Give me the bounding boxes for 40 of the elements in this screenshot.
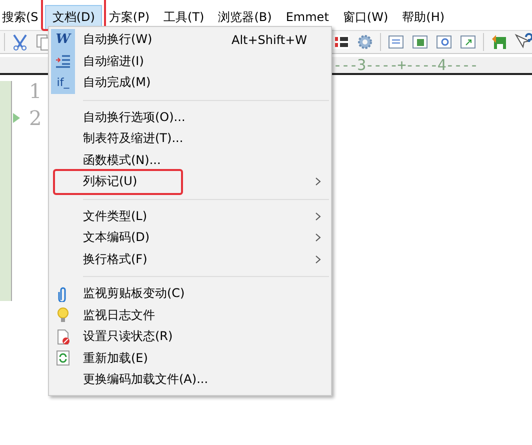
window-icon	[459, 33, 477, 51]
menu-item[interactable]: 监视剪贴板变动(C)	[83, 285, 185, 302]
gear-icon	[356, 33, 374, 51]
menu-item[interactable]: 制表符及缩进(T)...	[83, 130, 184, 148]
indent-icon	[55, 53, 71, 70]
menu-item[interactable]: 更换编码加载文件(A)...	[83, 371, 208, 388]
menu-item[interactable]: 自动缩进(I)	[83, 52, 144, 70]
menu-item[interactable]: 列标记(U)	[83, 173, 138, 190]
numbered-list-icon	[332, 33, 350, 51]
menu-item[interactable]: 窗口(W)	[336, 4, 396, 30]
document-refresh-icon	[55, 350, 71, 366]
menu-item[interactable]: 方案(P)	[102, 4, 157, 30]
menu-item[interactable]: 浏览器(B)	[211, 4, 279, 30]
save-icon	[490, 33, 508, 51]
letter-icon: if_	[56, 77, 70, 88]
menu-item[interactable]: 换行格式(F)	[83, 250, 148, 268]
shortcut-label: Alt+Shift+W	[232, 32, 307, 47]
menu-item[interactable]: 函数模式(N)...	[83, 152, 161, 169]
ruler: ---3----+----4----	[333, 56, 478, 74]
menu-item[interactable]: 工具(T)	[156, 4, 212, 30]
window-icon	[411, 33, 429, 51]
scissors-icon	[11, 33, 29, 51]
menu-item[interactable]: 重新加载(E)	[83, 350, 148, 367]
menu-item[interactable]: Emmet	[278, 6, 336, 28]
line-number: 1	[29, 78, 42, 102]
menu-item[interactable]: 自动换行选项(O)...	[83, 108, 186, 126]
line-number: 2	[29, 106, 42, 130]
menu-item[interactable]: 自动完成(M)	[83, 74, 151, 92]
menu-item[interactable]: 文件类型(L)	[83, 208, 148, 225]
letter-icon: W	[56, 33, 70, 46]
menu-item[interactable]: 文本编码(D)	[83, 229, 150, 246]
menu-item[interactable]: 监视日志文件	[83, 306, 155, 324]
window-icon	[387, 33, 405, 51]
menu-item[interactable]: 自动换行(W)	[83, 31, 152, 48]
document-blocked-icon	[55, 328, 71, 345]
window-icon	[435, 33, 453, 51]
menu-item[interactable]: 帮助(H)	[395, 4, 452, 30]
menu-item[interactable]: 设置只读状态(R)	[83, 328, 173, 346]
light-bulb-icon	[55, 307, 71, 324]
menu-item[interactable]: 搜索(S	[0, 4, 46, 30]
